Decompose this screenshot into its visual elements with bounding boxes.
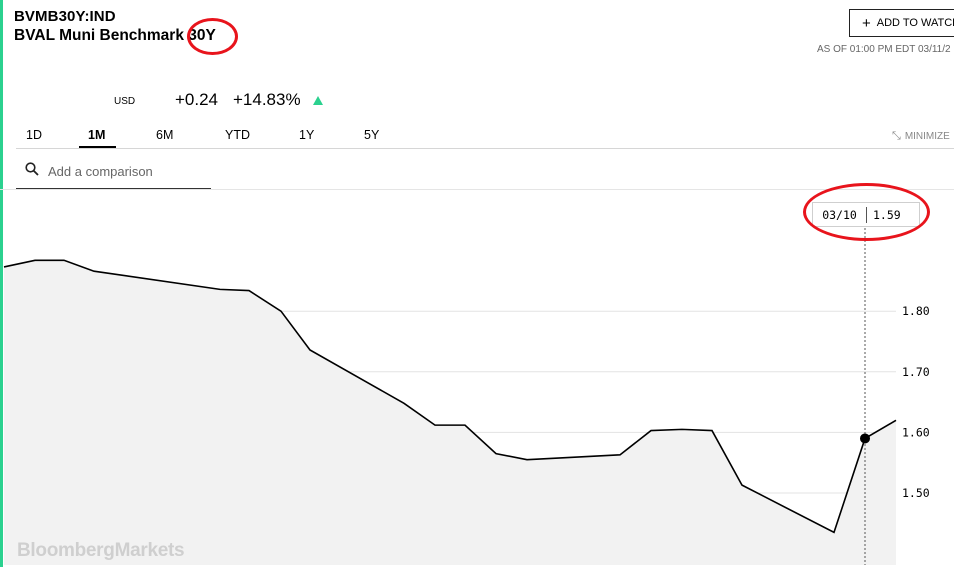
bloomberg-watermark: BloombergMarkets [17,540,185,561]
y-tick-label: 1.60 [902,425,930,439]
chart-area-fill [4,260,896,565]
y-tick-label: 1.50 [902,486,930,500]
annotation-circle-tooltip [803,183,930,241]
price-chart[interactable]: 1.80 1.70 1.60 1.50 [0,0,954,567]
y-tick-label: 1.70 [902,365,930,379]
y-tick-label: 1.80 [902,304,930,318]
highlight-point [860,433,870,444]
